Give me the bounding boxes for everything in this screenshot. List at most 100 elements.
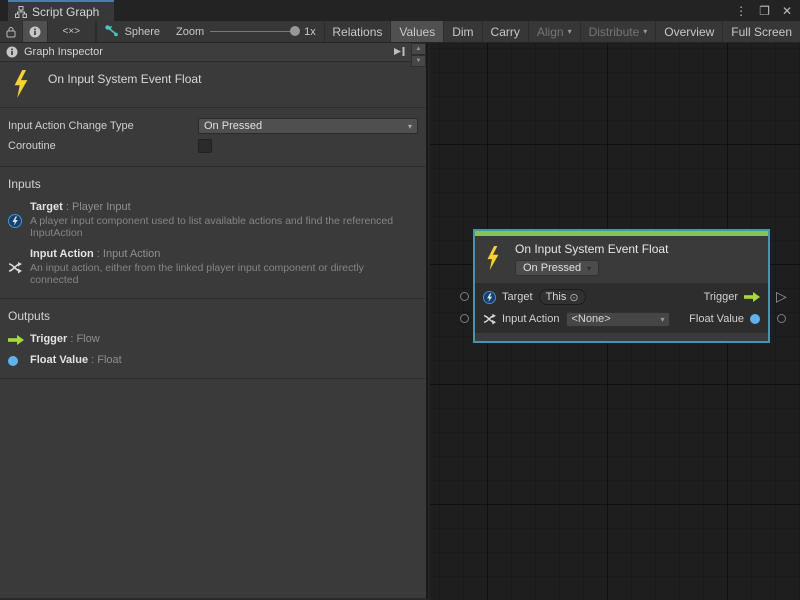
port-text: Input Action : Input Action An input act… xyxy=(30,248,412,286)
node-footer xyxy=(475,333,768,341)
icon-column xyxy=(8,354,30,366)
lock-icon xyxy=(6,26,16,38)
flow-arrow-icon[interactable] xyxy=(744,292,760,302)
port-type: : Input Action xyxy=(94,248,161,260)
input-action-dropdown[interactable]: <None> ▾ xyxy=(566,312,670,327)
port-type: : Flow xyxy=(67,333,99,345)
on-input-system-event-float-node[interactable]: On Input System Event Float On Pressed ▾… xyxy=(473,229,770,343)
player-input-icon xyxy=(483,291,496,304)
maximize-icon[interactable]: ❐ xyxy=(753,4,776,18)
event-type-value: On Pressed xyxy=(523,262,581,274)
dock-panel-icon[interactable] xyxy=(393,45,406,58)
toolbar-button-relations[interactable]: Relations xyxy=(324,21,391,42)
coroutine-checkbox[interactable] xyxy=(198,139,212,153)
input-port-input-action: Input Action : Input Action An input act… xyxy=(8,248,418,286)
graph-inspector-header: Graph Inspector ▲ ▼ xyxy=(0,43,426,62)
tab-script-graph[interactable]: Script Graph xyxy=(8,0,114,21)
event-bolt-icon xyxy=(12,70,30,98)
float-value-port-label: Float Value xyxy=(689,313,744,325)
chevron-down-icon: ▾ xyxy=(643,27,647,36)
chevron-down-icon: ▾ xyxy=(587,264,591,273)
port-description: An input action, either from the linked … xyxy=(30,262,412,286)
node-title: On Input System Event Float xyxy=(515,242,668,256)
align-label: Align xyxy=(537,25,564,39)
inspector-toggle-button[interactable] xyxy=(23,21,48,42)
float-value-dot-icon[interactable] xyxy=(750,314,760,324)
chevron-down-icon: ▾ xyxy=(408,122,412,131)
target-port-label: Target xyxy=(502,291,533,303)
trigger-output-port[interactable]: ▷ xyxy=(776,289,787,303)
code-icon: <×> xyxy=(63,26,81,37)
inspected-node-title-block: On Input System Event Float xyxy=(0,62,426,108)
field-coroutine: Coroutine xyxy=(0,136,426,156)
panel-scrollbar: ▲ ▼ xyxy=(411,43,426,67)
float-value-output-port[interactable] xyxy=(777,314,786,323)
port-text: Trigger : Flow xyxy=(30,333,100,345)
event-type-dropdown[interactable]: On Pressed ▾ xyxy=(515,260,599,276)
field-input-action-change-type: Input Action Change Type On Pressed ▾ xyxy=(0,116,426,136)
target-value: This xyxy=(546,291,567,303)
port-text: Float Value : Float xyxy=(30,354,122,366)
change-type-dropdown[interactable]: On Pressed ▾ xyxy=(198,118,418,134)
tab-label: Script Graph xyxy=(32,5,99,19)
graph-toolbar: <×> Sphere Zoom 1x Relations Values Dim … xyxy=(0,21,800,43)
panel-title: Graph Inspector xyxy=(24,46,103,58)
port-text: Target : Player Input A player input com… xyxy=(30,201,412,239)
port-name: Trigger xyxy=(30,333,67,345)
float-value-dot-icon xyxy=(8,356,18,366)
target-input-port[interactable] xyxy=(460,292,469,301)
input-action-icon xyxy=(483,313,496,325)
close-icon[interactable]: ✕ xyxy=(776,4,798,18)
event-bolt-icon xyxy=(485,246,501,270)
port-name: Target xyxy=(30,201,63,213)
panel-empty-area xyxy=(0,379,426,600)
icon-column xyxy=(8,248,30,286)
node-settings: Input Action Change Type On Pressed ▾ Co… xyxy=(0,108,426,167)
node-row-inputaction-floatvalue: Input Action <None> ▾ Float Value xyxy=(475,308,768,330)
graph-reference-button[interactable]: Sphere xyxy=(97,21,168,42)
toolbar-button-distribute[interactable]: Distribute ▾ xyxy=(581,21,657,42)
port-type: : Player Input xyxy=(63,201,131,213)
window-menu-icon[interactable]: ⋮ xyxy=(729,4,753,18)
distribute-label: Distribute xyxy=(589,25,640,39)
toolbar-button-fullscreen[interactable]: Full Screen xyxy=(723,21,800,42)
zoom-slider-knob[interactable] xyxy=(290,26,300,36)
chevron-down-icon: ▾ xyxy=(660,315,664,324)
port-type: : Float xyxy=(88,354,122,366)
toolbar-button-align[interactable]: Align ▾ xyxy=(529,21,581,42)
code-preview-button[interactable]: <×> xyxy=(48,21,96,42)
zoom-label: Zoom xyxy=(176,26,204,38)
target-this-chip[interactable]: This ⊙ xyxy=(539,289,586,305)
scroll-down-button[interactable]: ▼ xyxy=(411,55,426,67)
script-graph-window: Script Graph ⋮ ❐ ✕ <×> xyxy=(0,0,800,600)
lock-button[interactable] xyxy=(0,21,23,42)
dropdown-value: On Pressed xyxy=(204,120,262,132)
outputs-section: Outputs Trigger : Flow Float Value xyxy=(0,299,426,379)
graph-asset-icon xyxy=(105,25,119,38)
flow-arrow-icon xyxy=(8,335,24,345)
toolbar-button-overview[interactable]: Overview xyxy=(656,21,723,42)
scroll-up-button[interactable]: ▲ xyxy=(411,43,426,55)
graph-canvas[interactable]: ▷ On Input System Event Float On Pressed… xyxy=(430,43,800,600)
toolbar-button-carry[interactable]: Carry xyxy=(483,21,529,42)
node-header[interactable]: On Input System Event Float On Pressed ▾ xyxy=(475,236,768,283)
object-picker-icon[interactable]: ⊙ xyxy=(569,291,578,304)
inputs-section: Inputs Target : Player Input A player in… xyxy=(0,167,426,299)
info-icon xyxy=(6,46,18,58)
node-header-text: On Input System Event Float On Pressed ▾ xyxy=(515,242,668,276)
toolbar-button-dim[interactable]: Dim xyxy=(444,21,482,42)
window-controls: ⋮ ❐ ✕ xyxy=(729,0,798,21)
port-name: Float Value xyxy=(30,354,88,366)
node-body: Target This ⊙ Trigger xyxy=(475,283,768,333)
window-tab-bar: Script Graph ⋮ ❐ ✕ xyxy=(0,0,800,21)
field-label: Coroutine xyxy=(8,140,198,152)
input-action-value: <None> xyxy=(572,313,611,325)
output-port-float-value: Float Value : Float xyxy=(8,354,418,366)
icon-column xyxy=(8,333,30,345)
inspected-node-title: On Input System Event Float xyxy=(48,70,201,86)
zoom-slider[interactable] xyxy=(210,31,298,32)
icon-column xyxy=(8,201,30,239)
toolbar-button-values[interactable]: Values xyxy=(391,21,444,42)
input-action-input-port[interactable] xyxy=(460,314,469,323)
graph-name-label: Sphere xyxy=(125,26,160,38)
